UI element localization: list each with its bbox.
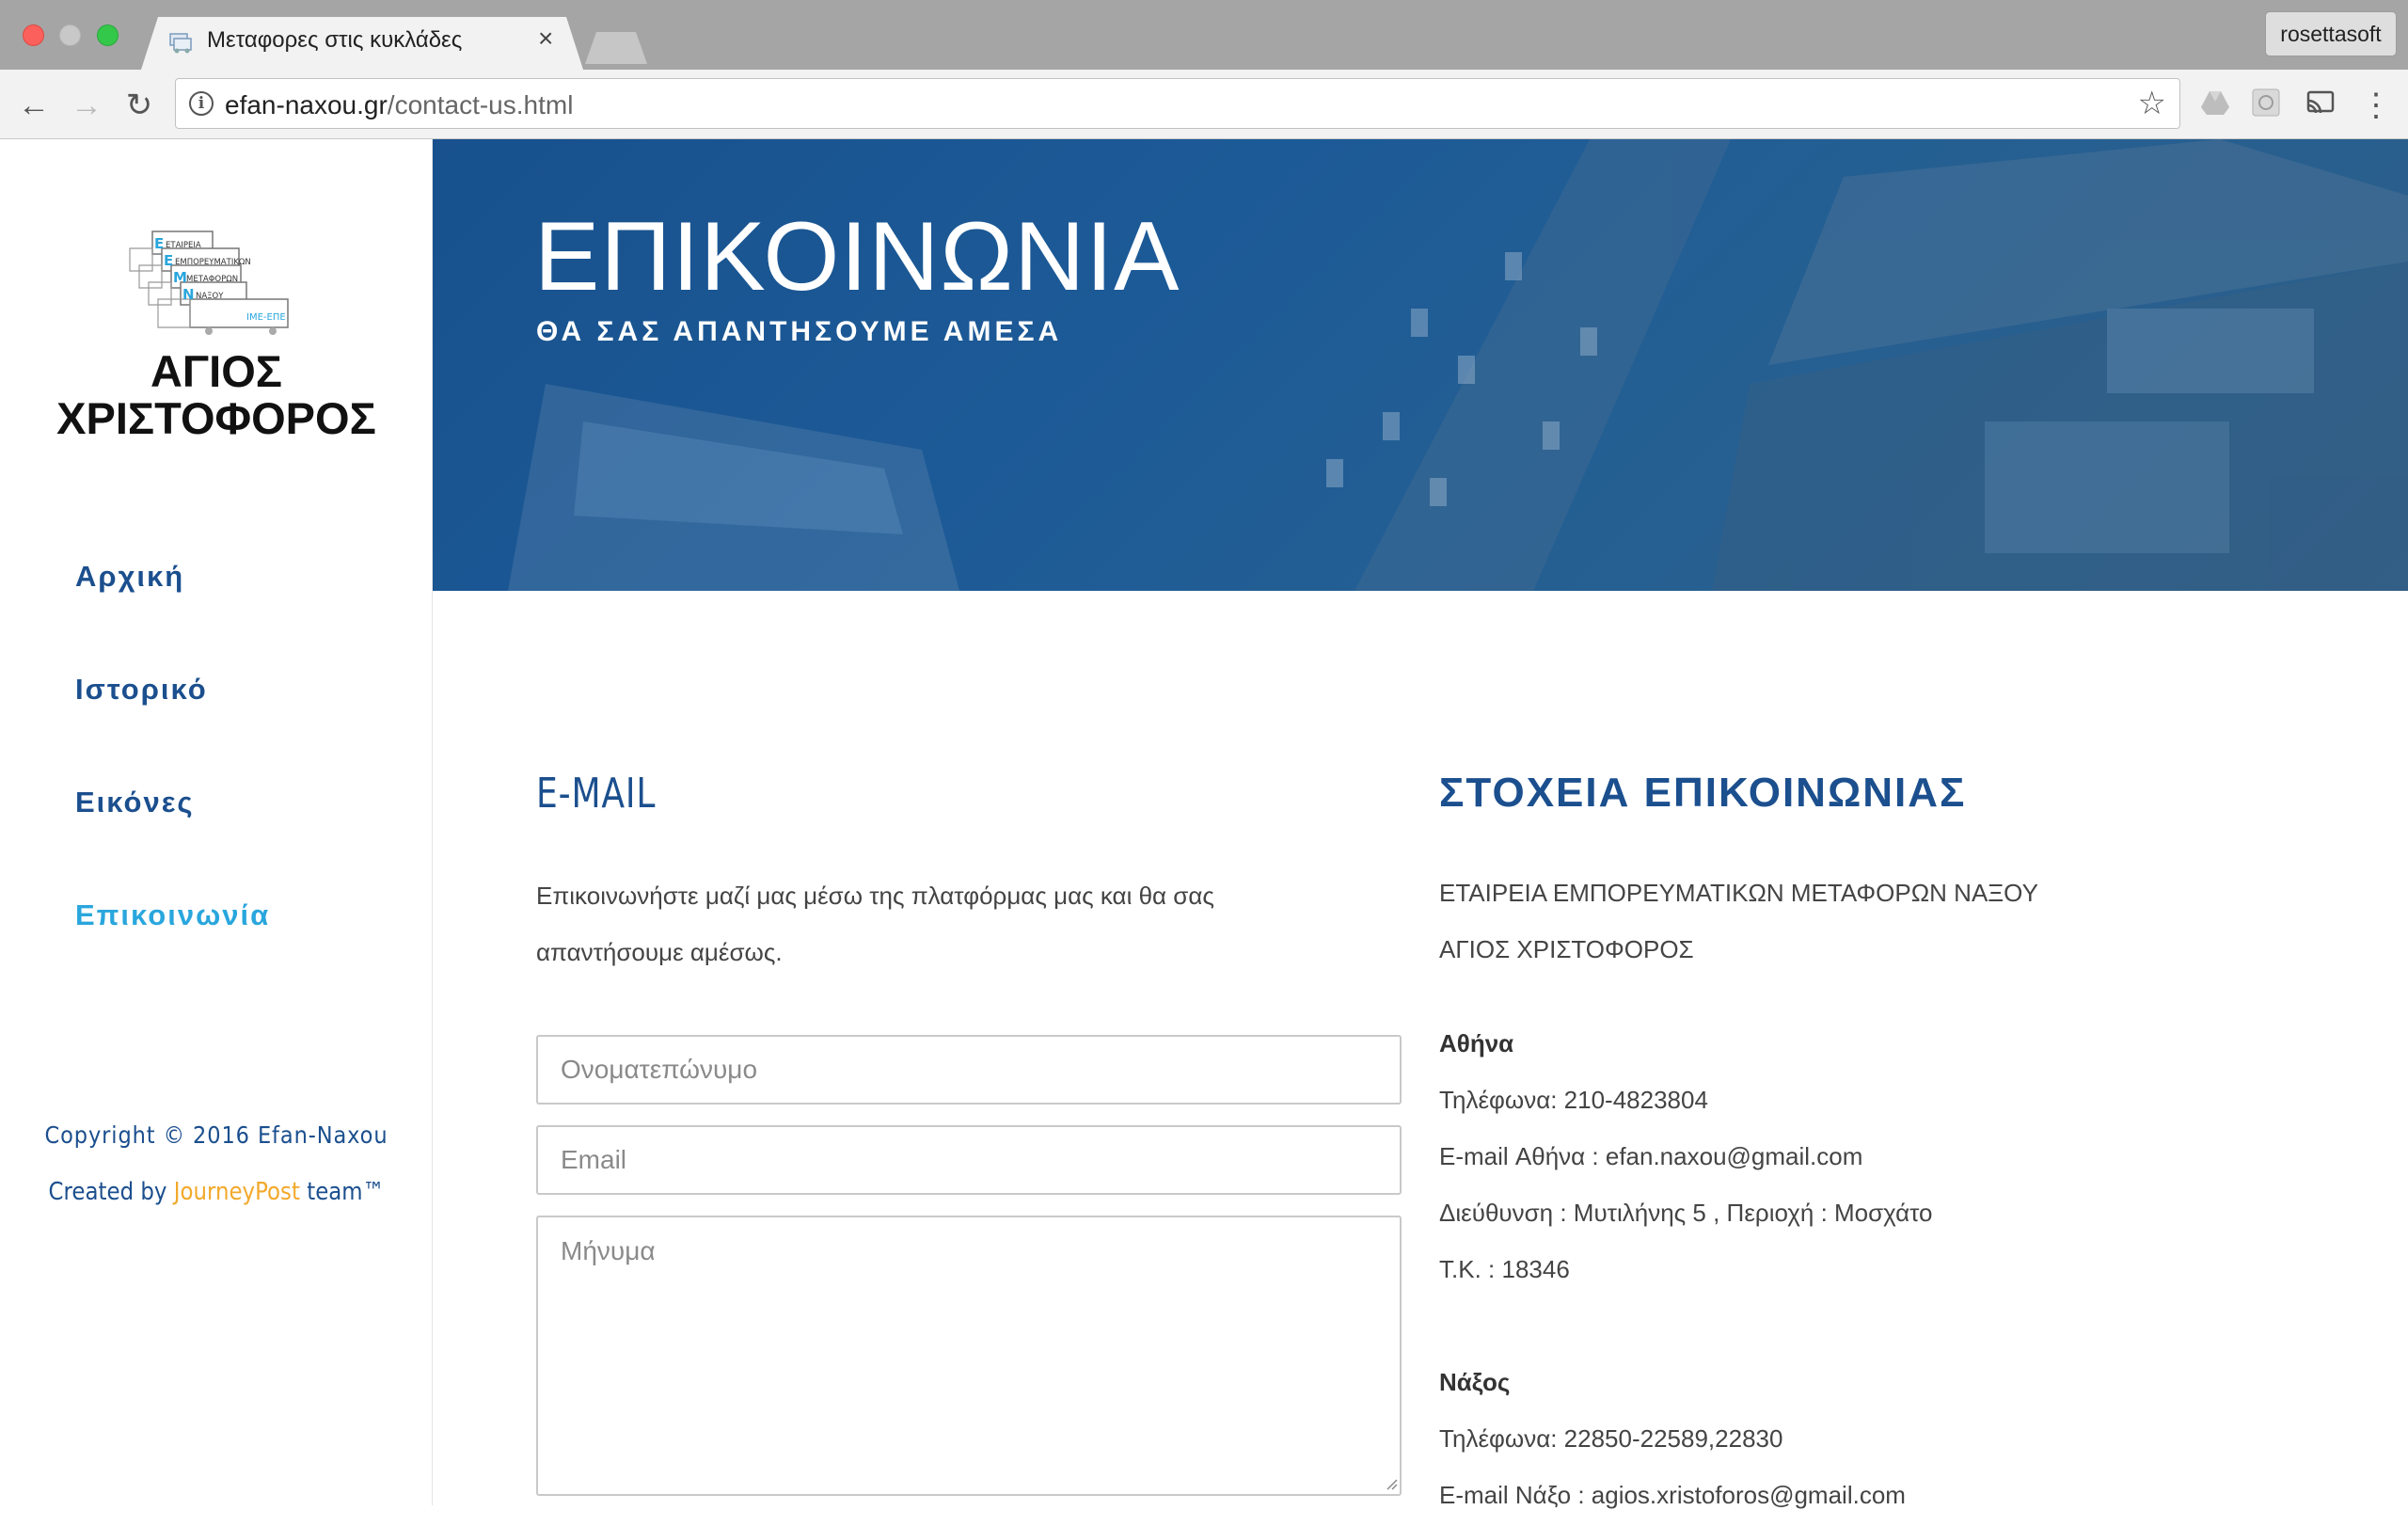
minimize-window-button[interactable] — [59, 24, 81, 46]
tab-close-icon[interactable]: × — [538, 25, 553, 52]
name-input[interactable] — [536, 1035, 1402, 1105]
hero-banner: ΕΠΙΚΟΙΝΩΝΙΑ ΘΑ ΣΑΣ ΑΠΑΝΤΗΣΟΥΜΕ ΑΜΕΣΑ — [433, 139, 2408, 591]
athens-heading: Αθήνα — [1439, 1029, 1514, 1057]
message-textarea[interactable] — [536, 1216, 1402, 1496]
svg-text:ΕΤΑΙΡΕΙΑ: ΕΤΑΙΡΕΙΑ — [166, 241, 201, 250]
browser-toolbar: ← → ↻ i efan-naxou.gr/contact-us.html ☆ — [0, 70, 2408, 139]
contact-details: ΕΤΑΙΡΕΙΑ ΕΜΠΟΡΕΥΜΑΤΙΚΩΝ ΜΕΤΑΦΟΡΩΝ ΝΑΞΟΥ … — [1439, 867, 2380, 1526]
email-input[interactable] — [536, 1125, 1402, 1195]
site-info-icon[interactable]: i — [189, 91, 214, 116]
company-name-line-2: ΑΓΙΟΣ ΧΡΙΣΤΟΦΟΡΟΣ — [1439, 935, 1694, 963]
browser-titlebar: Μεταφορες στις κυκλάδες × rosettasoft — [0, 0, 2408, 70]
address-bar[interactable]: i efan-naxou.gr/contact-us.html ☆ — [175, 78, 2180, 129]
main-nav: Αρχική Ιστορικό Εικόνες Επικοινωνία — [75, 562, 270, 1014]
svg-text:Ε: Ε — [164, 252, 173, 269]
extension-icon[interactable] — [2250, 87, 2282, 119]
sidebar: ΕΕΜΝ ΕΤΑΙΡΕΙΑ ΕΜΠΟΡΕΥΜΑΤΙΚΩΝ ΜΕΤΑΦΟΡΩΝ Ν… — [0, 139, 433, 1505]
athens-email: E-mail Αθήνα : efan.naxou@gmail.com — [1439, 1142, 1863, 1170]
back-arrow-icon[interactable]: ← — [15, 87, 53, 124]
company-logo: ΕΕΜΝ ΕΤΑΙΡΕΙΑ ΕΜΠΟΡΕΥΜΑΤΙΚΩΝ ΜΕΤΑΦΟΡΩΝ Ν… — [129, 230, 289, 335]
contact-details-title: ΣΤΟΧΕΙΑ ΕΠΙΚΟΙΝΩΝΙΑΣ — [1439, 770, 1967, 816]
logo-line-2: ΧΡΙΣΤΟΦΟΡΟΣ — [56, 393, 376, 443]
url-text: efan-naxou.gr/contact-us.html — [225, 90, 574, 119]
bookmark-star-icon[interactable]: ☆ — [2138, 85, 2166, 122]
svg-text:ΙΜΕ-ΕΠΕ: ΙΜΕ-ΕΠΕ — [246, 312, 286, 323]
form-intro-text: Επικοινωνήστε μαζί μας μέσω της πλατφόρμ… — [536, 882, 1214, 966]
email-section-title: E-MAIL — [536, 770, 657, 818]
created-by-text: Created by JourneyPost team™ — [48, 1178, 385, 1206]
athens-phone: Τηλέφωνα: 210-4823804 — [1439, 1086, 1708, 1114]
resize-grip-icon[interactable] — [1383, 1475, 1398, 1490]
menu-dots-icon[interactable]: ⋮ — [2357, 87, 2395, 124]
drive-icon[interactable] — [2199, 87, 2231, 119]
maximize-window-button[interactable] — [97, 24, 119, 46]
athens-address: Διεύθυνση : Μυτιλήνης 5 , Περιοχή : Μοσχ… — [1439, 1199, 1933, 1227]
nav-item-images[interactable]: Εικόνες — [75, 787, 270, 901]
company-name-line-1: ΕΤΑΙΡΕΙΑ ΕΜΠΟΡΕΥΜΑΤΙΚΩΝ ΜΕΤΑΦΟΡΩΝ ΝΑΞΟΥ — [1439, 879, 2038, 907]
naxos-phone: Τηλέφωνα: 22850-22589,22830 — [1439, 1424, 1783, 1453]
nav-item-contact[interactable]: Επικοινωνία — [75, 900, 270, 1014]
favicon-icon — [169, 33, 192, 54]
journeypost-link[interactable]: JourneyPost — [174, 1178, 300, 1206]
tab-title: Μεταφορες στις κυκλάδες — [207, 27, 463, 53]
logo-text: ΑΓΙΟΣ ΧΡΙΣΤΟΦΟΡΟΣ — [0, 348, 433, 442]
nav-item-history[interactable]: Ιστορικό — [75, 675, 270, 788]
profile-button[interactable]: rosettasoft — [2265, 11, 2397, 56]
new-tab-button[interactable] — [585, 32, 647, 64]
svg-text:Ν: Ν — [182, 286, 195, 303]
cast-icon[interactable] — [2305, 87, 2337, 119]
svg-text:Ε: Ε — [154, 235, 164, 252]
hero-title: ΕΠΙΚΟΙΝΩΝΙΑ — [534, 202, 1180, 311]
svg-text:ΕΜΠΟΡΕΥΜΑΤΙΚΩΝ: ΕΜΠΟΡΕΥΜΑΤΙΚΩΝ — [175, 258, 251, 267]
naxos-heading: Νάξος — [1439, 1368, 1511, 1396]
nav-item-home[interactable]: Αρχική — [75, 562, 270, 676]
svg-text:Μ: Μ — [173, 269, 187, 286]
svg-text:ΝΑΞΟΥ: ΝΑΞΟΥ — [196, 292, 224, 301]
athens-postcode: Τ.Κ. : 18346 — [1439, 1255, 1570, 1283]
close-window-button[interactable] — [23, 24, 44, 46]
svg-text:ΜΕΤΑΦΟΡΩΝ: ΜΕΤΑΦΟΡΩΝ — [186, 275, 238, 284]
reload-icon[interactable]: ↻ — [120, 87, 158, 124]
copyright-text: Copyright © 2016 Efan-Naxou — [44, 1121, 388, 1149]
naxos-email: E-mail Νάξο : agios.xristoforos@gmail.co… — [1439, 1481, 1906, 1509]
logo-line-1: ΑΓΙΟΣ — [150, 346, 282, 396]
hero-subtitle: ΘΑ ΣΑΣ ΑΠΑΝΤΗΣΟΥΜΕ ΑΜΕΣΑ — [536, 316, 1063, 347]
forward-arrow-icon[interactable]: → — [68, 87, 105, 124]
